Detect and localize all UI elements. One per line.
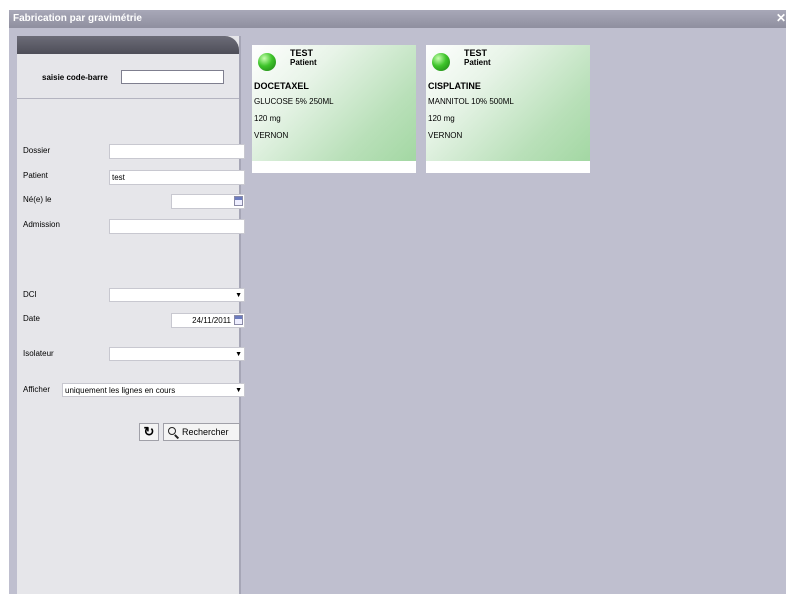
card-drug: DOCETAXEL — [254, 81, 309, 91]
card-drug: CISPLATINE — [428, 81, 481, 91]
chevron-down-icon: ▼ — [235, 387, 242, 394]
card-site: VERNON — [254, 131, 289, 140]
isolateur-select[interactable]: ▼ — [109, 347, 245, 361]
date-label: Date — [23, 314, 40, 323]
search-button[interactable]: Rechercher — [163, 423, 240, 441]
birthdate-label: Né(e) le — [23, 195, 52, 204]
patient-input[interactable]: test — [109, 170, 245, 185]
status-orb-icon — [258, 53, 276, 71]
admission-label: Admission — [23, 220, 60, 229]
card-site: VERNON — [428, 131, 463, 140]
barcode-label: saisie code-barre — [42, 73, 108, 82]
search-icon — [168, 427, 176, 435]
admission-input[interactable] — [109, 219, 245, 234]
calendar-icon[interactable] — [234, 196, 243, 206]
patient-label: Patient — [23, 171, 48, 180]
card-patient-name: TEST — [290, 48, 314, 58]
barcode-area: saisie code-barre — [17, 54, 239, 99]
birthdate-input[interactable] — [171, 194, 245, 209]
card-patient-role: Patient — [464, 58, 491, 67]
card-patient-name: TEST — [464, 48, 488, 58]
window-title: Fabrication par gravimétrie — [13, 13, 142, 24]
card-footer — [252, 161, 416, 173]
status-orb-icon — [432, 53, 450, 71]
main-window: Fabrication par gravimétrie ✕ saisie cod… — [9, 10, 786, 594]
card-footer — [426, 161, 590, 173]
card-solution: GLUCOSE 5% 250ML — [254, 97, 334, 106]
isolateur-label: Isolateur — [23, 349, 54, 358]
dci-label: DCI — [23, 290, 37, 299]
date-value: 24/11/2011 — [192, 316, 231, 325]
close-icon[interactable]: ✕ — [774, 10, 786, 28]
search-panel: saisie code-barre Dossier Patient test N… — [17, 36, 245, 594]
dossier-label: Dossier — [23, 146, 51, 155]
dci-select[interactable]: ▼ — [109, 288, 245, 302]
title-bar: Fabrication par gravimétrie ✕ — [9, 10, 786, 28]
preparation-card[interactable]: TEST Patient DOCETAXEL GLUCOSE 5% 250ML … — [252, 45, 416, 173]
card-solution: MANNITOL 10% 500ML — [428, 97, 514, 106]
card-dose: 120 mg — [254, 114, 281, 123]
date-input[interactable]: 24/11/2011 — [171, 313, 245, 328]
search-button-label: Rechercher — [182, 427, 229, 437]
dossier-input[interactable] — [109, 144, 245, 159]
refresh-icon: ↻ — [143, 424, 155, 439]
afficher-select[interactable]: uniquement les lignes en cours ▼ — [62, 383, 245, 397]
afficher-label: Afficher — [23, 385, 50, 394]
calendar-icon[interactable] — [234, 315, 243, 325]
card-dose: 120 mg — [428, 114, 455, 123]
chevron-down-icon: ▼ — [235, 351, 242, 358]
afficher-value: uniquement les lignes en cours — [65, 386, 176, 395]
chevron-down-icon: ▼ — [235, 292, 242, 299]
barcode-input[interactable] — [121, 70, 224, 84]
card-patient-role: Patient — [290, 58, 317, 67]
panel-header — [17, 36, 239, 54]
preparation-card[interactable]: TEST Patient CISPLATINE MANNITOL 10% 500… — [426, 45, 590, 173]
reset-button[interactable]: ↻ — [139, 423, 159, 441]
